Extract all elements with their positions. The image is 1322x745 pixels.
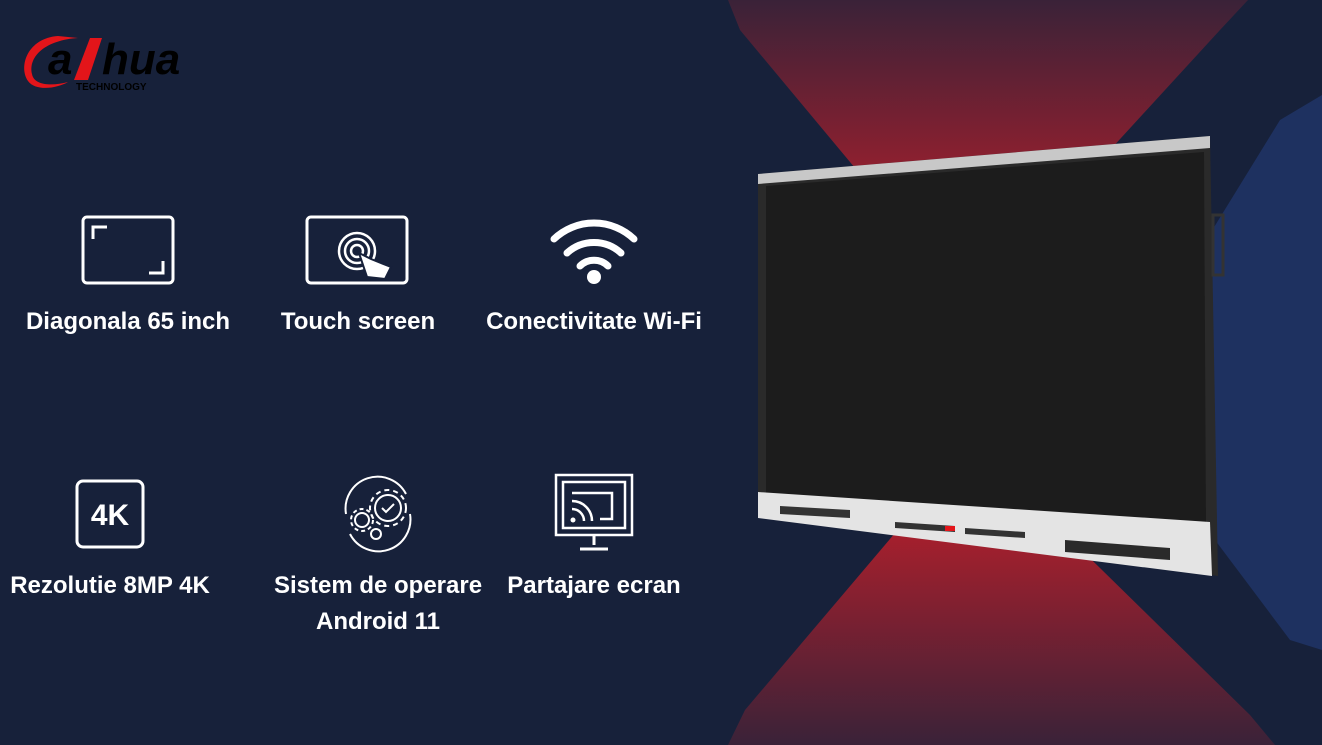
brand-logo: a hua TECHNOLOGY — [18, 26, 233, 94]
feature-label: Touch screen — [280, 308, 436, 335]
feature-os: Sistem de operare Android 11 — [258, 474, 498, 640]
feature-label: Conectivitate Wi-Fi — [486, 308, 702, 335]
screen-cast-icon — [474, 473, 714, 554]
feature-label: Partajare ecran — [507, 572, 681, 599]
feature-touch: Touch screen — [238, 210, 478, 340]
svg-text:hua: hua — [102, 35, 180, 84]
feature-label: Sistem de operare Android 11 — [273, 572, 483, 635]
gears-icon — [258, 474, 498, 554]
4k-icon: 4K — [0, 474, 230, 554]
feature-label: Diagonala 65 inch — [25, 308, 231, 335]
feature-wifi: Conectivitate Wi-Fi — [474, 210, 714, 340]
feature-diagonal: Diagonala 65 inch — [8, 210, 248, 340]
svg-text:a: a — [48, 35, 72, 84]
interactive-display-image — [740, 130, 1230, 585]
feature-screen-share: Partajare ecran — [474, 473, 714, 604]
wifi-icon — [474, 210, 714, 290]
feature-label: Rezolutie 8MP 4K — [10, 572, 210, 599]
touch-screen-icon — [238, 210, 478, 290]
screen-corners-icon — [8, 210, 248, 290]
svg-text:4K: 4K — [91, 499, 130, 532]
feature-resolution: 4K Rezolutie 8MP 4K — [0, 474, 230, 604]
svg-text:TECHNOLOGY: TECHNOLOGY — [76, 82, 147, 93]
